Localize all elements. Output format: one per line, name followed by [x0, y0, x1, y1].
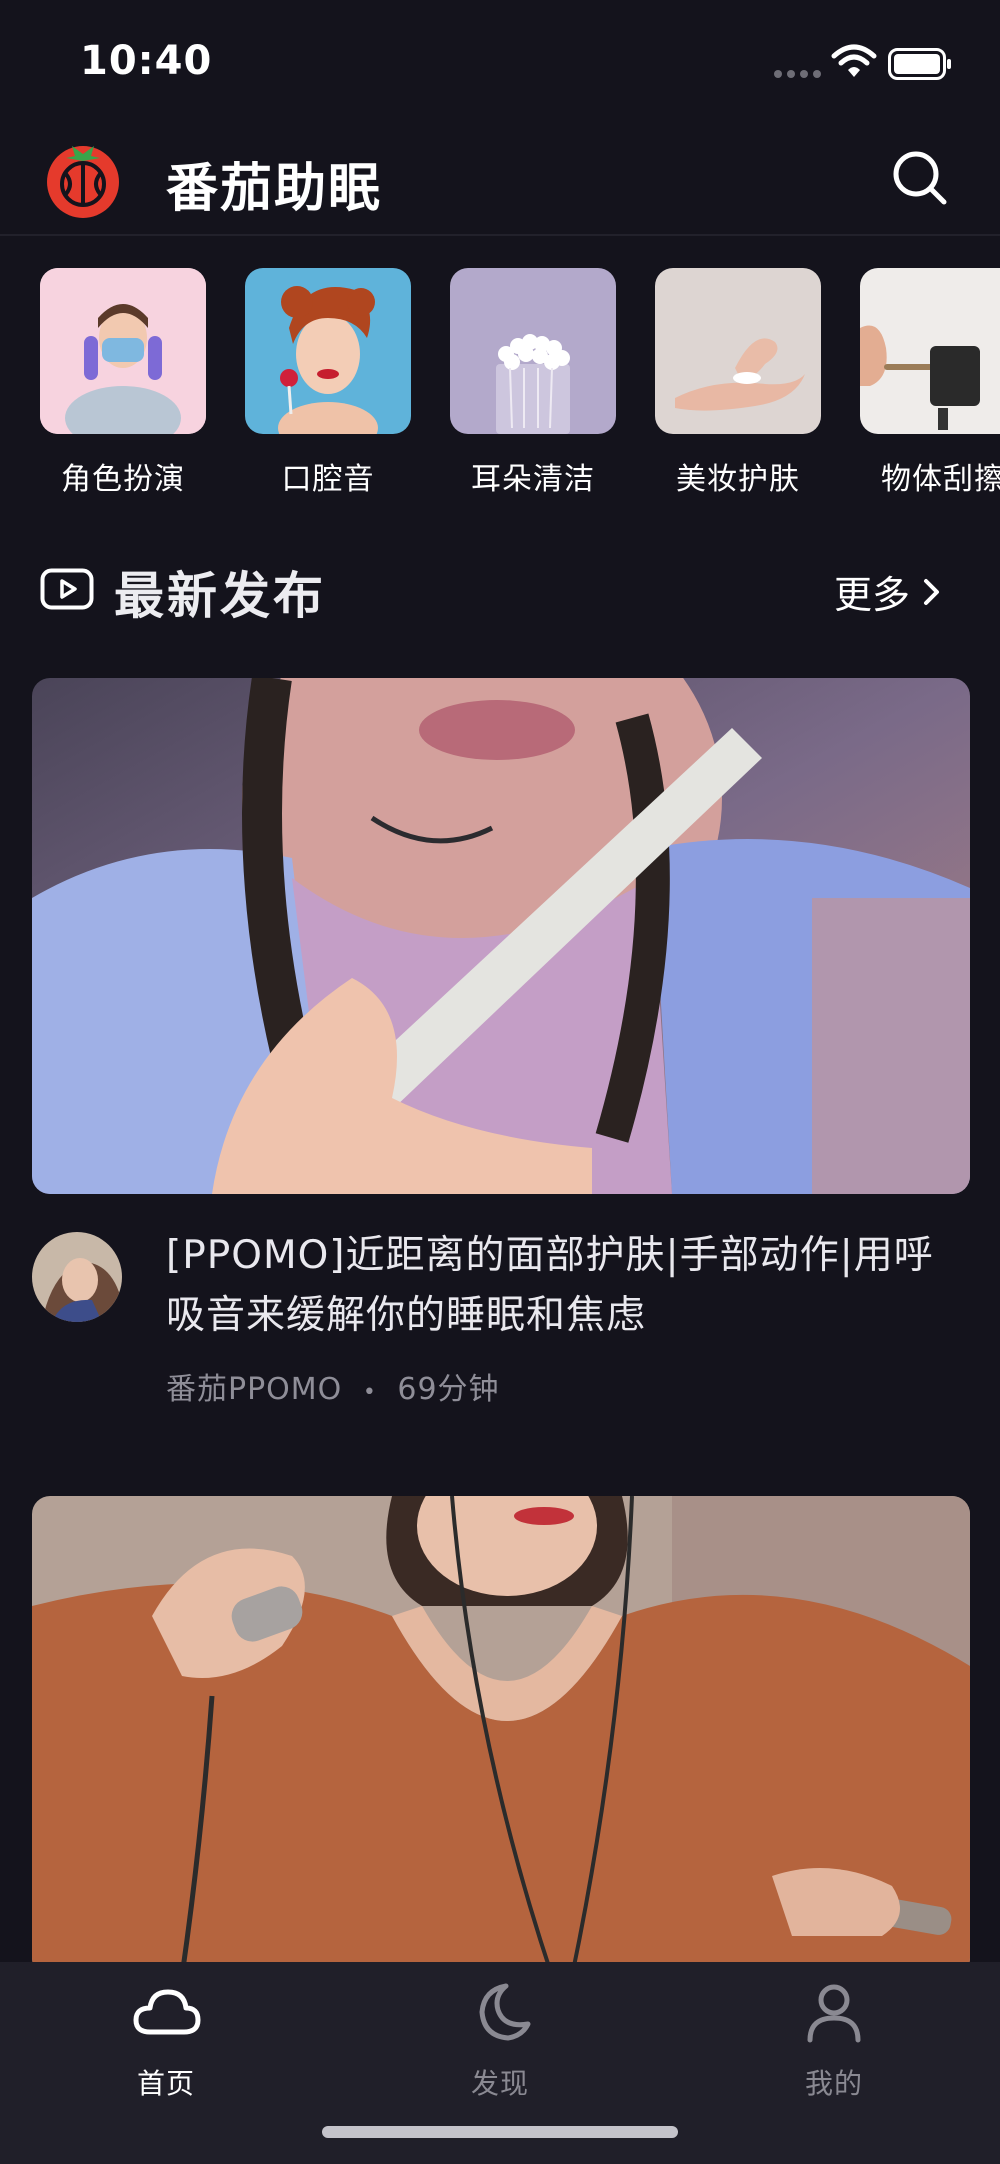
- category-label: 口腔音: [281, 462, 375, 497]
- chevron-right-icon: [924, 578, 940, 605]
- app-title: 番茄助眠: [166, 159, 383, 219]
- video-duration: 69分钟: [397, 1372, 500, 1407]
- tab-label: 首页: [136, 2067, 195, 2100]
- search-icon[interactable]: [886, 144, 954, 212]
- tab-profile[interactable]: 我的: [734, 1976, 934, 2102]
- status-time: 10:40: [80, 38, 213, 84]
- author-name[interactable]: 番茄PPOMO: [166, 1372, 342, 1407]
- category-carousel[interactable]: 角色扮演 口腔音 耳朵清洁 美妆护肤 物体刮擦: [0, 268, 1000, 498]
- category-makeup-skincare[interactable]: 美妆护肤: [655, 268, 821, 498]
- moon-icon: [479, 1983, 531, 2041]
- video-thumbnail[interactable]: [32, 1496, 970, 1976]
- category-object-scratching[interactable]: 物体刮擦: [860, 268, 1000, 498]
- category-thumbnail: [450, 268, 616, 434]
- more-link[interactable]: 更多: [834, 564, 942, 619]
- more-label: 更多: [834, 573, 911, 617]
- category-label: 美妆护肤: [676, 462, 800, 497]
- battery-icon: [888, 48, 951, 80]
- app-screen: 10:40 番茄助眠 角色扮演 口腔音 耳朵清洁 美妆护肤 物体刮擦 最新发布 …: [0, 0, 1000, 2164]
- category-mouth-sounds[interactable]: 口腔音: [245, 268, 411, 498]
- video-thumbnail[interactable]: [32, 678, 970, 1194]
- tab-discover[interactable]: 发现: [400, 1976, 600, 2102]
- tab-label: 我的: [804, 2067, 863, 2100]
- category-label: 物体刮擦: [881, 462, 1000, 497]
- category-label: 耳朵清洁: [471, 462, 595, 497]
- tab-label: 发现: [470, 2067, 529, 2100]
- category-thumbnail: [860, 268, 1000, 434]
- latest-section-header: 最新发布 更多: [0, 550, 1000, 630]
- author-avatar[interactable]: [32, 1232, 122, 1322]
- category-thumbnail: [40, 268, 206, 434]
- category-thumbnail: [245, 268, 411, 434]
- cloud-icon: [133, 1989, 201, 2035]
- cellular-signal-icon: [774, 70, 821, 78]
- wifi-icon: [831, 44, 877, 77]
- tomato-logo-icon: [47, 146, 119, 218]
- video-play-icon: [40, 568, 94, 610]
- meta-separator: •: [362, 1380, 377, 1405]
- user-icon: [807, 1984, 861, 2043]
- section-title: 最新发布: [114, 567, 326, 625]
- category-ear-cleaning[interactable]: 耳朵清洁: [450, 268, 616, 498]
- tab-home[interactable]: 首页: [66, 1976, 266, 2102]
- category-thumbnail: [655, 268, 821, 434]
- category-role-play[interactable]: 角色扮演: [40, 268, 206, 498]
- video-title[interactable]: [PPOMO]近距离的面部护肤|手部动作|用呼吸音来缓解你的睡眠和焦虑: [166, 1226, 956, 1346]
- home-indicator[interactable]: [322, 2126, 678, 2138]
- app-header: 番茄助眠: [0, 120, 1000, 236]
- video-meta: 番茄PPOMO • 69分钟: [166, 1364, 500, 1408]
- category-label: 角色扮演: [61, 462, 185, 497]
- status-bar: 10:40: [0, 0, 1000, 120]
